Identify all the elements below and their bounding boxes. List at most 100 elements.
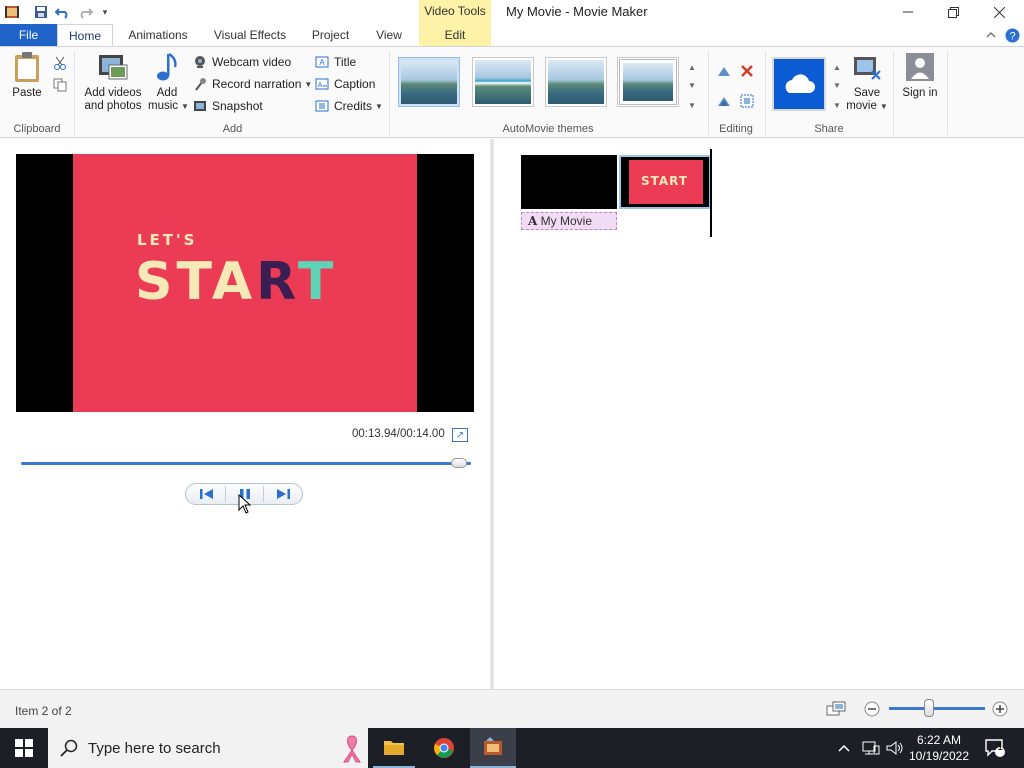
clipboard-icon bbox=[11, 51, 43, 83]
save-movie-dropdown-icon[interactable]: ▼ bbox=[880, 102, 888, 111]
add-videos-label: Add videos and photos bbox=[84, 87, 142, 112]
music-note-icon bbox=[151, 51, 183, 83]
tab-animations[interactable]: Animations bbox=[118, 24, 198, 46]
rotate-right-icon[interactable] bbox=[716, 93, 732, 109]
themes-group-label: AutoMovie themes bbox=[502, 123, 594, 135]
save-icon[interactable] bbox=[33, 4, 49, 20]
app-icon[interactable] bbox=[4, 4, 20, 20]
storyboard-clip-2[interactable]: START bbox=[619, 155, 711, 209]
customize-quick-access-icon[interactable]: ▾ bbox=[97, 4, 113, 20]
ribbon: Paste Clipboard Add videos and photos Ad… bbox=[0, 46, 1024, 138]
webcam-icon bbox=[192, 54, 208, 70]
share-scroll-up-icon[interactable]: ▲ bbox=[829, 59, 845, 75]
collapse-ribbon-icon[interactable] bbox=[983, 27, 999, 43]
record-narration-button[interactable]: Record narration ▼ bbox=[192, 74, 312, 94]
credits-icon bbox=[314, 98, 330, 114]
redo-icon[interactable] bbox=[77, 4, 93, 20]
group-separator bbox=[389, 51, 390, 135]
fullscreen-icon[interactable]: ↗ bbox=[452, 428, 468, 442]
thumbnail-size-icon[interactable] bbox=[826, 701, 846, 717]
network-icon[interactable] bbox=[862, 728, 880, 768]
record-narration-dropdown-icon[interactable]: ▼ bbox=[304, 80, 312, 89]
title-button[interactable]: A Title bbox=[314, 52, 356, 72]
paste-button[interactable]: Paste bbox=[8, 51, 46, 100]
credits-label: Credits bbox=[334, 99, 373, 113]
start-button[interactable] bbox=[0, 728, 48, 768]
taskbar-clock[interactable]: 6:22 AM 10/19/2022 bbox=[906, 732, 972, 764]
caption-button[interactable]: A Caption bbox=[314, 74, 375, 94]
video-preview[interactable]: LET'S START bbox=[16, 154, 474, 412]
sign-in-button[interactable]: Sign in bbox=[900, 51, 940, 100]
share-scroll-down-icon[interactable]: ▼ bbox=[829, 77, 845, 93]
add-music-dropdown-icon[interactable]: ▼ bbox=[181, 102, 189, 111]
tab-edit[interactable]: Edit bbox=[419, 24, 491, 46]
taskbar-search-box[interactable]: Type here to search bbox=[48, 728, 368, 768]
automovie-theme-4[interactable] bbox=[617, 57, 679, 107]
tab-view[interactable]: View bbox=[366, 24, 412, 46]
ribbon-tab-row: File Home Animations Visual Effects Proj… bbox=[0, 24, 1024, 47]
chrome-icon bbox=[434, 738, 454, 758]
zoom-slider-thumb[interactable] bbox=[924, 699, 934, 717]
cut-icon[interactable] bbox=[52, 55, 68, 71]
close-button[interactable] bbox=[976, 0, 1022, 24]
notification-count: 1 bbox=[997, 742, 1003, 753]
themes-scroll-up-icon[interactable]: ▲ bbox=[684, 59, 700, 75]
group-separator bbox=[74, 51, 75, 135]
automovie-theme-3[interactable] bbox=[545, 57, 607, 107]
select-all-icon[interactable] bbox=[739, 93, 755, 109]
undo-icon[interactable] bbox=[55, 4, 71, 20]
search-icon bbox=[60, 739, 78, 760]
themes-scroll-down-icon[interactable]: ▼ bbox=[684, 77, 700, 93]
save-movie-button[interactable]: Save movie ▼ bbox=[846, 51, 888, 113]
tab-project[interactable]: Project bbox=[303, 24, 358, 46]
credits-button[interactable]: Credits ▼ bbox=[314, 96, 383, 116]
automovie-theme-1[interactable] bbox=[398, 57, 460, 107]
taskbar: Type here to search 6:22 AM 10/19/2022 1 bbox=[0, 728, 1024, 768]
themes-more-icon[interactable]: ▼ bbox=[684, 97, 700, 113]
automovie-theme-2[interactable] bbox=[472, 57, 534, 107]
previous-frame-button[interactable] bbox=[188, 484, 226, 504]
tab-home[interactable]: Home bbox=[57, 24, 113, 47]
seek-bar[interactable] bbox=[21, 458, 471, 468]
add-music-button[interactable]: Add music ▼ bbox=[148, 51, 189, 113]
clock-date: 10/19/2022 bbox=[908, 749, 970, 763]
copy-icon[interactable] bbox=[52, 77, 68, 93]
zoom-in-icon[interactable] bbox=[992, 701, 1008, 717]
title-overlay-clip[interactable]: A My Movie bbox=[521, 212, 617, 230]
credits-dropdown-icon[interactable]: ▼ bbox=[375, 102, 383, 111]
webcam-video-button[interactable]: Webcam video bbox=[192, 52, 291, 72]
clip-thumbnail-text: START bbox=[641, 174, 689, 188]
tab-file[interactable]: File bbox=[0, 24, 57, 46]
help-icon[interactable]: ? bbox=[1004, 27, 1020, 43]
zoom-out-icon[interactable] bbox=[864, 701, 880, 717]
title-overlay-label: My Movie bbox=[540, 214, 592, 228]
storyboard-clip-1[interactable] bbox=[521, 155, 617, 209]
rotate-left-icon[interactable] bbox=[716, 63, 732, 79]
seek-thumb[interactable] bbox=[450, 458, 467, 468]
onedrive-share-button[interactable] bbox=[772, 57, 826, 111]
remove-icon[interactable] bbox=[739, 63, 755, 79]
snapshot-button[interactable]: Snapshot bbox=[192, 96, 263, 116]
slide-subtitle: LET'S bbox=[137, 231, 198, 249]
taskbar-chrome[interactable] bbox=[423, 728, 465, 768]
volume-icon[interactable] bbox=[886, 728, 904, 768]
theme-thumbnail bbox=[475, 60, 531, 104]
action-center-button[interactable]: 1 bbox=[984, 728, 1006, 768]
window-title: My Movie - Movie Maker bbox=[506, 4, 648, 19]
taskbar-file-explorer[interactable] bbox=[373, 728, 415, 768]
minimize-button[interactable] bbox=[885, 0, 931, 24]
tab-visual-effects[interactable]: Visual Effects bbox=[205, 24, 295, 46]
editing-group-label: Editing bbox=[719, 123, 753, 135]
playhead[interactable] bbox=[710, 149, 712, 237]
save-movie-icon bbox=[851, 51, 883, 83]
add-videos-photos-button[interactable]: Add videos and photos bbox=[82, 51, 144, 113]
taskbar-movie-maker[interactable] bbox=[470, 728, 516, 768]
show-hidden-icons[interactable] bbox=[838, 728, 850, 768]
text-icon: A bbox=[528, 214, 538, 228]
status-bar: Item 2 of 2 bbox=[0, 689, 1024, 728]
next-frame-button[interactable] bbox=[264, 484, 302, 504]
share-more-icon[interactable]: ▼ bbox=[829, 97, 845, 113]
restore-button[interactable] bbox=[930, 0, 976, 24]
zoom-slider[interactable] bbox=[889, 707, 985, 710]
windows-icon bbox=[15, 739, 33, 757]
